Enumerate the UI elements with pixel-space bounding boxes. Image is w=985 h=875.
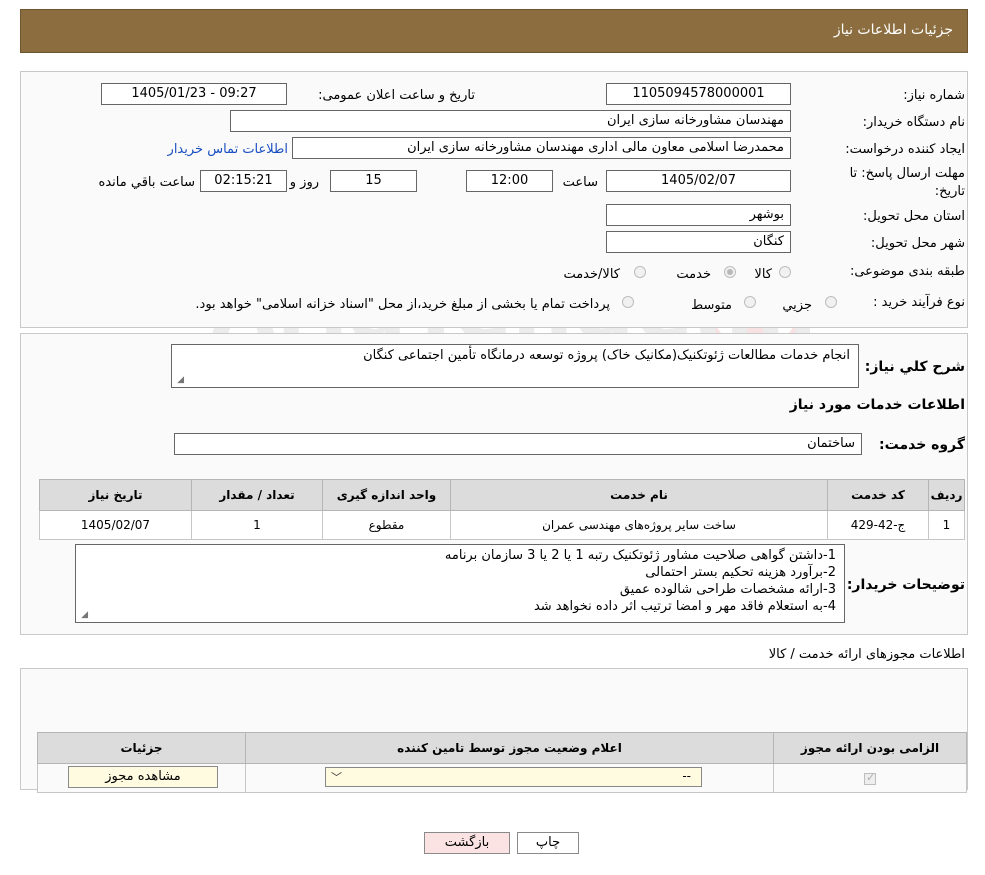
license-required-checkbox[interactable] xyxy=(864,771,876,785)
buyer-note-line: 2-برآورد هزینه تحکیم بستر احتمالی xyxy=(645,565,836,580)
col-license-required: الزامی بودن ارائه مجوز xyxy=(773,732,967,764)
view-license-button[interactable]: مشاهده مجوز xyxy=(68,766,218,788)
process-radio-medium[interactable] xyxy=(744,296,756,308)
city-label: شهر محل تحویل: xyxy=(870,236,965,251)
summary-text: انجام خدمات مطالعات ژئوتکنیک(مکانیک خاک)… xyxy=(363,348,850,363)
need-number-label: شماره نیاز: xyxy=(903,88,965,103)
cell-need-date: 1405/02/07 xyxy=(39,510,192,540)
category-radio-goods[interactable] xyxy=(779,266,791,278)
licenses-heading: اطلاعات مجوزهای ارائه خدمت / کالا xyxy=(768,647,965,662)
services-table: ردیف کد خدمت نام خدمت واحد اندازه گیری ت… xyxy=(39,479,965,540)
process-option-minor: جزیي xyxy=(782,298,812,313)
col-row-number: ردیف xyxy=(928,479,965,511)
deadline-time-field: 12:00 xyxy=(466,170,553,192)
col-quantity: تعداد / مقدار xyxy=(191,479,323,511)
remaining-time-field: 02:15:21 xyxy=(200,170,287,192)
col-license-status: اعلام وضعیت مجوز توسط تامین کننده xyxy=(245,732,774,764)
page-root: جزئیات اطلاعات نیاز AriaTender.neT شماره… xyxy=(0,0,985,875)
process-option-medium: متوسط xyxy=(691,298,732,313)
announce-datetime-field: 1405/01/23 - 09:27 xyxy=(101,83,287,105)
cell-quantity: 1 xyxy=(191,510,323,540)
deadline-time-label: ساعت xyxy=(562,175,598,190)
category-option-goods-service: کالا/خدمت xyxy=(563,267,620,282)
resize-grip-icon[interactable]: ◢ xyxy=(175,376,184,385)
license-status-value: -- xyxy=(682,769,691,783)
province-label: استان محل تحویل: xyxy=(863,209,965,224)
deadline-date-field: 1405/02/07 xyxy=(606,170,791,192)
service-group-label: گروه خدمت: xyxy=(879,437,965,453)
licenses-table-header: الزامی بودن ارائه مجوز اعلام وضعیت مجوز … xyxy=(37,732,967,764)
buyer-contact-link[interactable]: اطلاعات تماس خریدار xyxy=(168,142,288,157)
category-radio-service[interactable] xyxy=(724,266,736,278)
category-option-service: خدمت xyxy=(676,267,711,282)
services-heading: اطلاعات خدمات مورد نیاز xyxy=(789,397,965,413)
announce-label: تاریخ و ساعت اعلان عمومی: xyxy=(318,88,475,103)
col-service-code: کد خدمت xyxy=(827,479,929,511)
category-radio-goods-service[interactable] xyxy=(634,266,646,278)
col-unit: واحد اندازه گیری xyxy=(322,479,451,511)
cell-unit: مقطوع xyxy=(322,510,451,540)
col-need-date: تاریخ نیاز xyxy=(39,479,192,511)
category-label: طبقه بندی موضوعی: xyxy=(849,264,965,279)
creator-label: ایجاد کننده درخواست: xyxy=(845,142,965,157)
cell-service-name: ساخت سایر پروژه‌های مهندسی عمران xyxy=(450,510,828,540)
process-radio-minor[interactable] xyxy=(825,296,837,308)
days-label: روز و xyxy=(289,175,319,190)
col-service-name: نام خدمت xyxy=(450,479,828,511)
buyer-note-line: 4-به استعلام فاقد مهر و امضا ترتیب اثر د… xyxy=(533,599,836,614)
back-button[interactable]: بازگشت xyxy=(424,832,510,854)
remaining-label: ساعت باقي مانده xyxy=(98,175,195,190)
buyer-notes-label: توضیحات خریدار: xyxy=(846,577,965,593)
resize-grip-icon[interactable]: ◢ xyxy=(79,611,88,620)
city-field: کنگان xyxy=(606,231,791,253)
province-field: بوشهر xyxy=(606,204,791,226)
cell-license-required xyxy=(773,763,967,793)
print-button[interactable]: چاپ xyxy=(517,832,579,854)
col-license-details: جزئیات xyxy=(37,732,246,764)
summary-textarea[interactable]: انجام خدمات مطالعات ژئوتکنیک(مکانیک خاک)… xyxy=(171,344,859,388)
creator-field: محمدرضا اسلامی معاون مالی اداری مهندسان … xyxy=(292,137,791,159)
service-group-field: ساختمان xyxy=(174,433,862,455)
process-radio-treasury[interactable] xyxy=(622,296,634,308)
process-note: پرداخت تمام یا بخشی از مبلغ خرید،از محل … xyxy=(195,297,610,312)
buyer-note-line: 1-داشتن گواهی صلاحیت مشاور ژئوتکنیک رتبه… xyxy=(444,548,836,563)
cell-service-code: ج-42-429 xyxy=(827,510,929,540)
buyer-org-label: نام دستگاه خریدار: xyxy=(862,115,965,130)
summary-label: شرح کلي نیاز: xyxy=(864,359,965,375)
services-table-header: ردیف کد خدمت نام خدمت واحد اندازه گیری ت… xyxy=(39,479,965,511)
need-number-field: 1105094578000001 xyxy=(606,83,791,105)
buyer-org-field: مهندسان مشاورخانه سازی ایران xyxy=(230,110,791,132)
page-title: جزئیات اطلاعات نیاز xyxy=(833,22,953,38)
days-field: 15 xyxy=(330,170,417,192)
category-option-goods: کالا xyxy=(754,267,772,282)
title-bar: جزئیات اطلاعات نیاز xyxy=(20,9,968,53)
table-row: 1 ج-42-429 ساخت سایر پروژه‌های مهندسی عم… xyxy=(39,510,965,540)
license-status-select[interactable]: -- ﹀ xyxy=(325,767,702,787)
process-label: نوع فرآیند خرید : xyxy=(873,295,965,310)
chevron-down-icon: ﹀ xyxy=(331,771,342,784)
buyer-note-line: 3-ارائه مشخصات طراحی شالوده عمیق xyxy=(619,582,836,597)
cell-row-number: 1 xyxy=(928,510,965,540)
buyer-notes-textarea[interactable]: 1-داشتن گواهی صلاحیت مشاور ژئوتکنیک رتبه… xyxy=(75,544,845,623)
deadline-label: مهلت ارسال پاسخ: تا تاریخ: xyxy=(849,166,965,199)
